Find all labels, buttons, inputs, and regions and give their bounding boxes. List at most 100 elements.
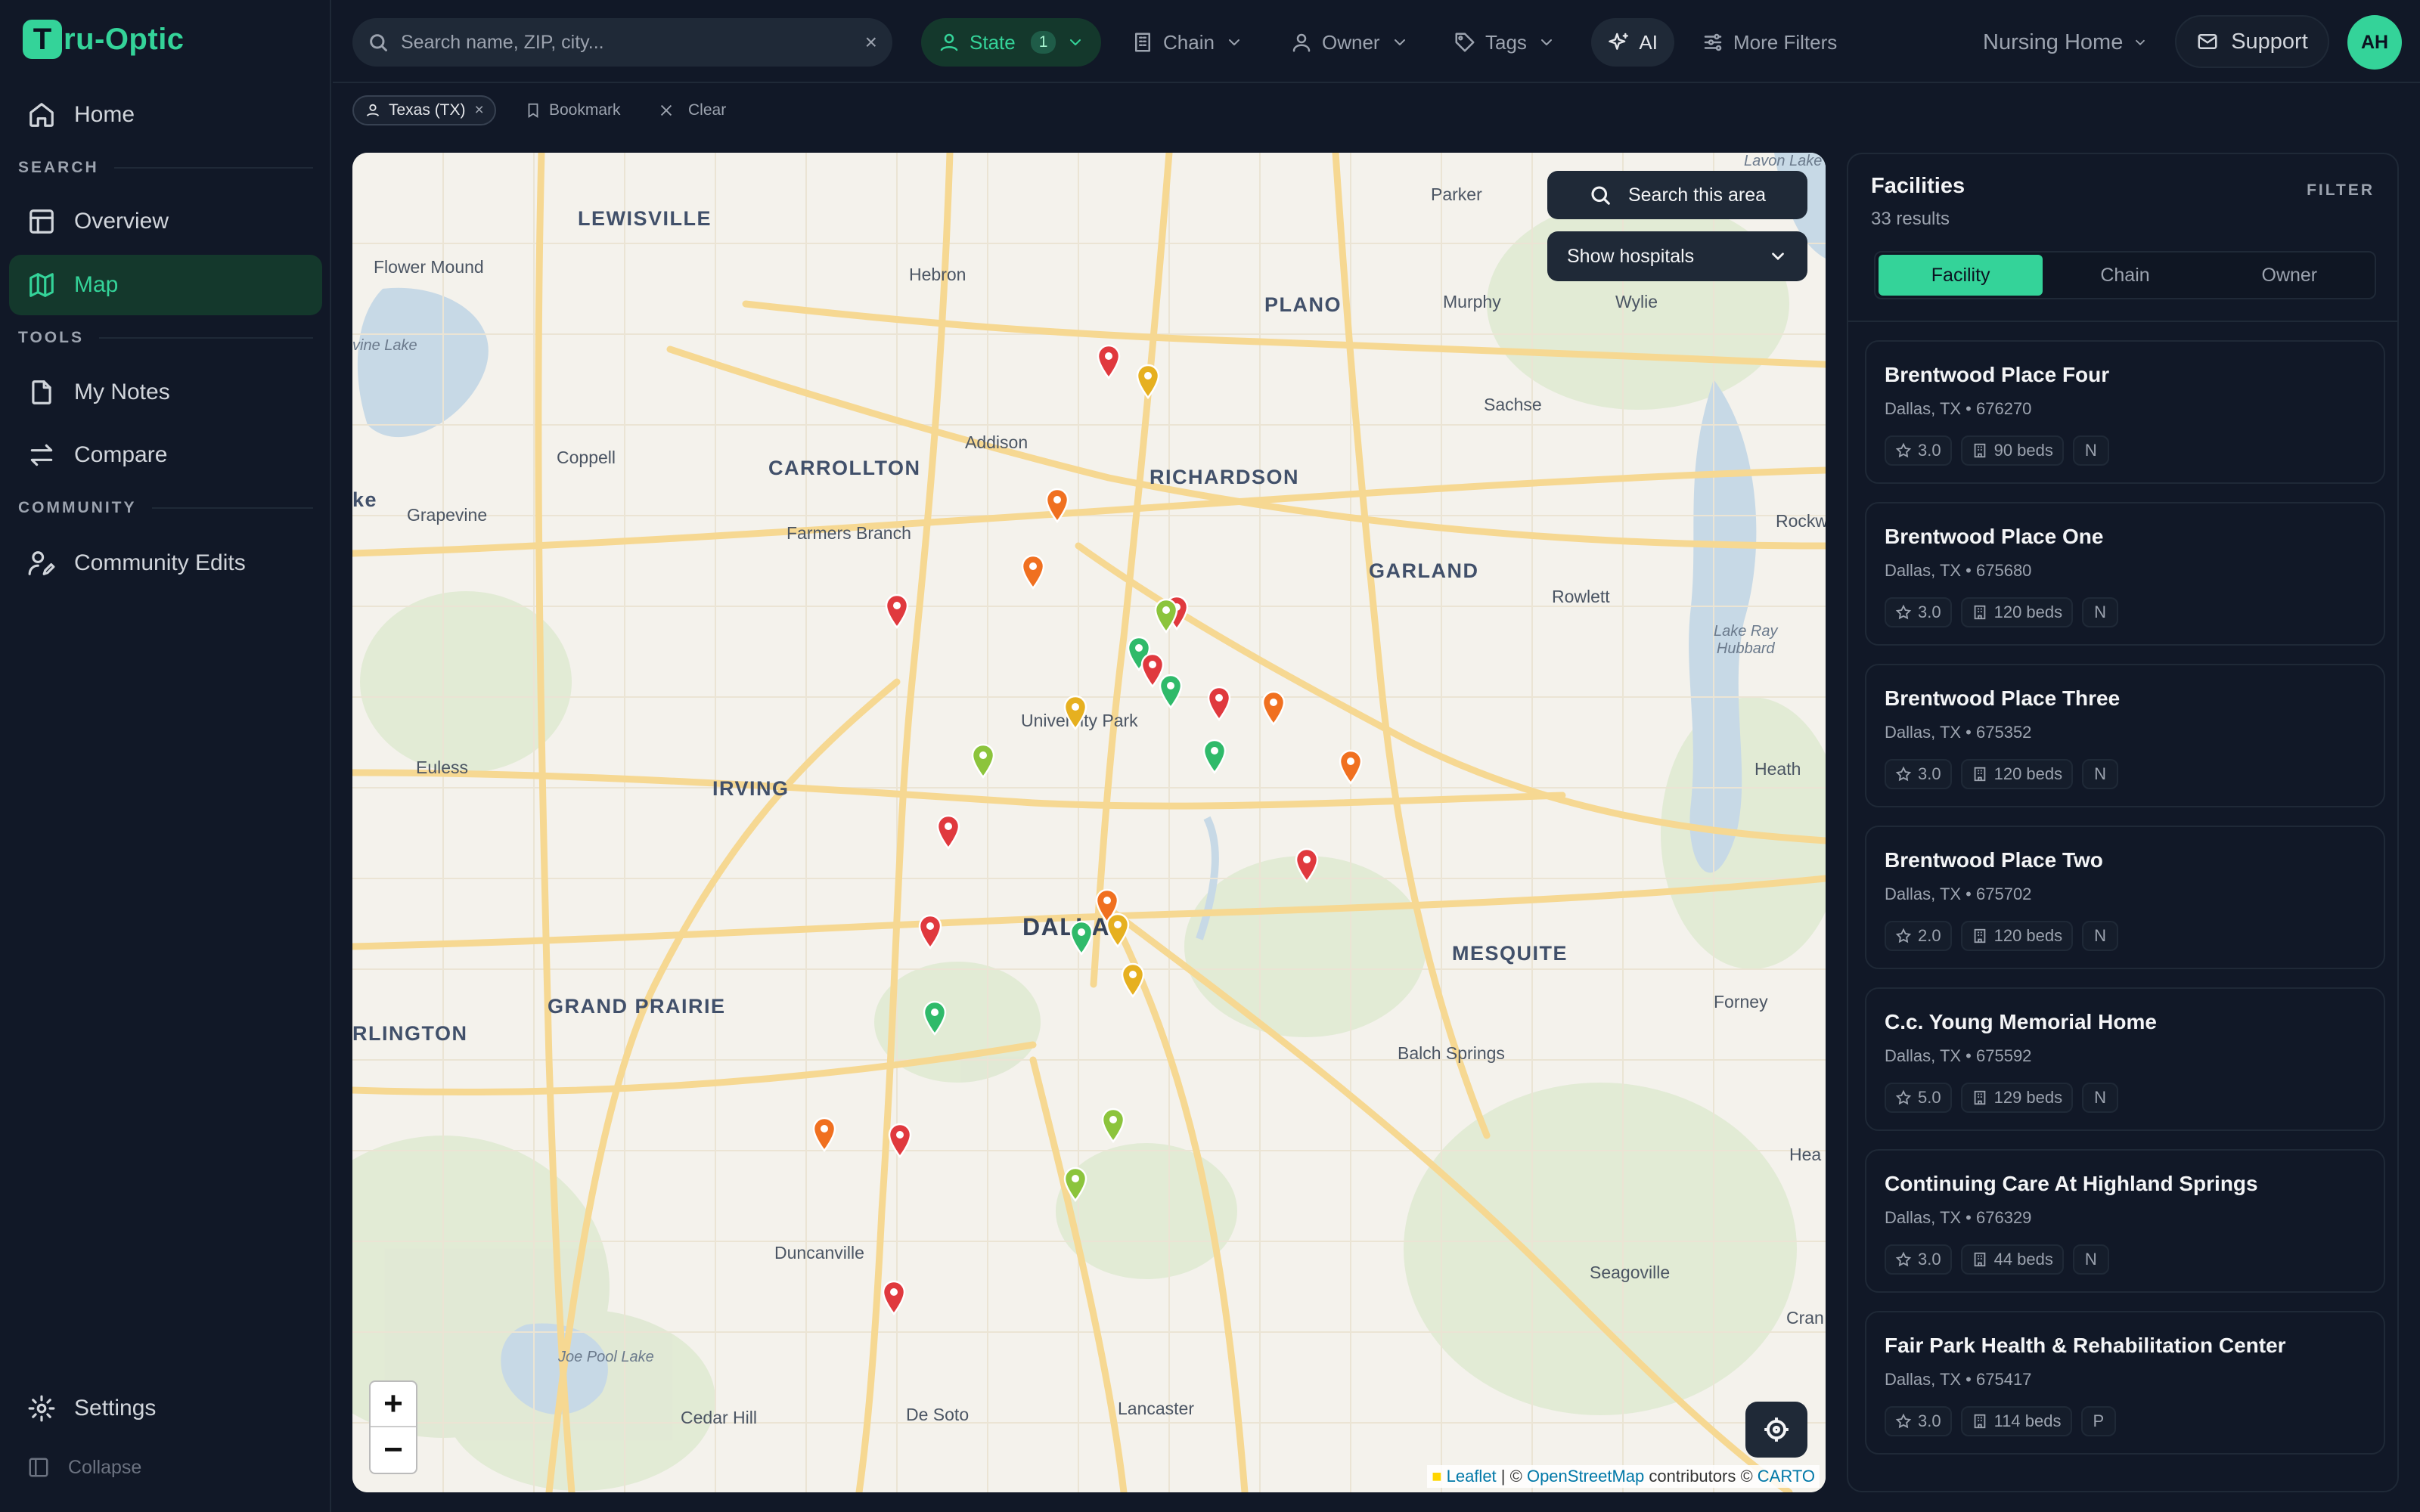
- facility-map-marker[interactable]: [1202, 738, 1227, 775]
- sidebar-item-community-edits[interactable]: Community Edits: [9, 533, 322, 593]
- facility-map-marker[interactable]: [811, 1116, 837, 1153]
- avatar[interactable]: AH: [2347, 15, 2402, 70]
- tab-facility[interactable]: Facility: [1879, 255, 2043, 296]
- sidebar-item-overview[interactable]: Overview: [9, 191, 322, 252]
- beds-badge: 129 beds: [1960, 1083, 2074, 1113]
- facility-card[interactable]: Brentwood Place One Dallas, TX • 675680 3.…: [1865, 502, 2385, 646]
- facility-type-select[interactable]: Nursing Home: [1983, 18, 2149, 67]
- owner-filter-button[interactable]: Owner: [1274, 18, 1426, 67]
- facility-card[interactable]: Brentwood Place Four Dallas, TX • 676270 3…: [1865, 340, 2385, 484]
- zoom-out-button[interactable]: −: [371, 1427, 416, 1473]
- facility-map-marker[interactable]: [1063, 694, 1088, 731]
- clear-search-icon[interactable]: ×: [865, 30, 877, 54]
- map-pin-icon: [1021, 554, 1045, 590]
- facility-map-marker[interactable]: [1120, 962, 1146, 999]
- facility-map-marker[interactable]: [917, 913, 943, 950]
- map-view[interactable]: LEWISVILLE Flower Mound Hebron Parker La…: [352, 153, 1826, 1492]
- search-input[interactable]: [401, 31, 865, 54]
- rating-value: 3.0: [1918, 603, 1941, 621]
- facility-map-marker[interactable]: [1294, 847, 1320, 884]
- place-label: Euless: [416, 758, 469, 777]
- search-this-area-label: Search this area: [1627, 184, 1767, 206]
- type-badge: N: [2082, 597, 2119, 627]
- sidebar-item-notes[interactable]: My Notes: [9, 362, 322, 423]
- facility-name: Brentwood Place Four: [1885, 363, 2110, 386]
- facility-location: Dallas, TX • 675592: [1885, 1046, 2032, 1065]
- facility-map-marker[interactable]: [1020, 553, 1046, 590]
- clear-filters-button[interactable]: Clear: [658, 95, 726, 125]
- beds-value: 44 beds: [1993, 1250, 2053, 1269]
- facility-map-marker[interactable]: [1105, 912, 1131, 949]
- sidebar-item-settings[interactable]: Settings: [9, 1378, 322, 1439]
- facility-map-marker[interactable]: [1206, 685, 1232, 722]
- tab-owner[interactable]: Owner: [2207, 255, 2372, 296]
- facility-card[interactable]: C.c. Young Memorial Home Dallas, TX • 675…: [1865, 987, 2385, 1131]
- sidebar-item-map[interactable]: Map: [9, 255, 322, 315]
- chain-filter-button[interactable]: Chain: [1115, 18, 1260, 67]
- place-label: Flower Mound: [374, 257, 484, 277]
- attribution-leaflet-link[interactable]: Leaflet: [1447, 1467, 1497, 1486]
- facility-map-marker[interactable]: [1158, 673, 1184, 710]
- panel-filter-button[interactable]: FILTER: [2307, 181, 2375, 200]
- remove-chip-icon[interactable]: ×: [475, 101, 484, 119]
- rating-value: 3.0: [1918, 1250, 1941, 1269]
- facility-map-marker[interactable]: [1044, 487, 1070, 524]
- beds-value: 120 beds: [1993, 603, 2063, 621]
- search-this-area-button[interactable]: Search this area: [1547, 171, 1807, 219]
- support-button[interactable]: Support: [2175, 15, 2329, 68]
- facility-map-marker[interactable]: [884, 593, 910, 630]
- attribution-separator: | ©: [1500, 1467, 1527, 1486]
- facility-map-marker[interactable]: [1135, 363, 1161, 400]
- zoom-in-button[interactable]: +: [371, 1382, 416, 1427]
- sidebar-item-compare[interactable]: Compare: [9, 425, 322, 485]
- attribution-osm-link[interactable]: OpenStreetMap: [1527, 1467, 1644, 1486]
- facility-map-marker[interactable]: [1069, 919, 1094, 956]
- more-filters-label: More Filters: [1733, 30, 1838, 54]
- home-icon: [29, 103, 54, 127]
- state-filter-button[interactable]: State 1: [921, 18, 1102, 67]
- facility-location: Dallas, TX • 675417: [1885, 1370, 2032, 1389]
- map-pin-icon: [1207, 686, 1231, 722]
- ai-button[interactable]: AI: [1591, 18, 1674, 67]
- facility-card[interactable]: Continuing Care At Highland Springs Dalla…: [1865, 1149, 2385, 1293]
- facility-card[interactable]: Brentwood Place Two Dallas, TX • 675702 2.…: [1865, 826, 2385, 969]
- bookmark-button[interactable]: Bookmark: [525, 95, 621, 125]
- facility-map-marker[interactable]: [1096, 343, 1122, 380]
- type-badge: N: [2072, 1244, 2109, 1275]
- more-filters-button[interactable]: More Filters: [1685, 18, 1854, 67]
- user-icon: [1292, 33, 1311, 52]
- building-icon: [1974, 605, 1985, 620]
- collapse-button[interactable]: Collapse: [27, 1456, 141, 1479]
- tags-filter-button[interactable]: Tags: [1437, 18, 1572, 67]
- facility-map-marker[interactable]: [1063, 1166, 1088, 1203]
- star-icon: [1895, 442, 1912, 458]
- locate-button[interactable]: [1745, 1402, 1807, 1458]
- place-label: GARLAND: [1369, 559, 1479, 582]
- facility-name: Continuing Care At Highland Springs: [1885, 1172, 2258, 1195]
- facility-card[interactable]: Fair Park Health & Rehabilitation Center…: [1865, 1311, 2385, 1455]
- place-label: Coppell: [557, 448, 616, 467]
- place-label: vine Lake: [352, 337, 417, 354]
- results-count: 33 results: [1871, 209, 1950, 229]
- facility-map-marker[interactable]: [970, 742, 996, 779]
- facility-map-marker[interactable]: [881, 1279, 907, 1316]
- map-pin-icon: [882, 1280, 906, 1316]
- show-hospitals-select[interactable]: Show hospitals: [1547, 231, 1807, 281]
- tab-chain[interactable]: Chain: [2043, 255, 2207, 296]
- rating-value: 3.0: [1918, 764, 1941, 783]
- facility-map-marker[interactable]: [935, 813, 961, 850]
- search-bar[interactable]: ×: [352, 18, 892, 67]
- facility-map-marker[interactable]: [887, 1122, 913, 1159]
- facility-map-marker[interactable]: [1261, 689, 1286, 727]
- facility-card[interactable]: Brentwood Place Three Dallas, TX • 675352…: [1865, 664, 2385, 807]
- facility-map-marker[interactable]: [1338, 748, 1364, 785]
- sidebar-item-home[interactable]: Home: [9, 85, 322, 145]
- attribution-carto-link[interactable]: CARTO: [1758, 1467, 1815, 1486]
- facility-map-marker[interactable]: [1100, 1107, 1126, 1144]
- app-logo[interactable]: T ru-Optic: [23, 20, 185, 59]
- facility-map-marker[interactable]: [1153, 597, 1179, 634]
- state-chip[interactable]: Texas (TX) ×: [352, 95, 496, 125]
- tag-icon: [1455, 33, 1475, 52]
- facility-map-marker[interactable]: [922, 999, 948, 1036]
- place-label: Seagoville: [1590, 1263, 1671, 1282]
